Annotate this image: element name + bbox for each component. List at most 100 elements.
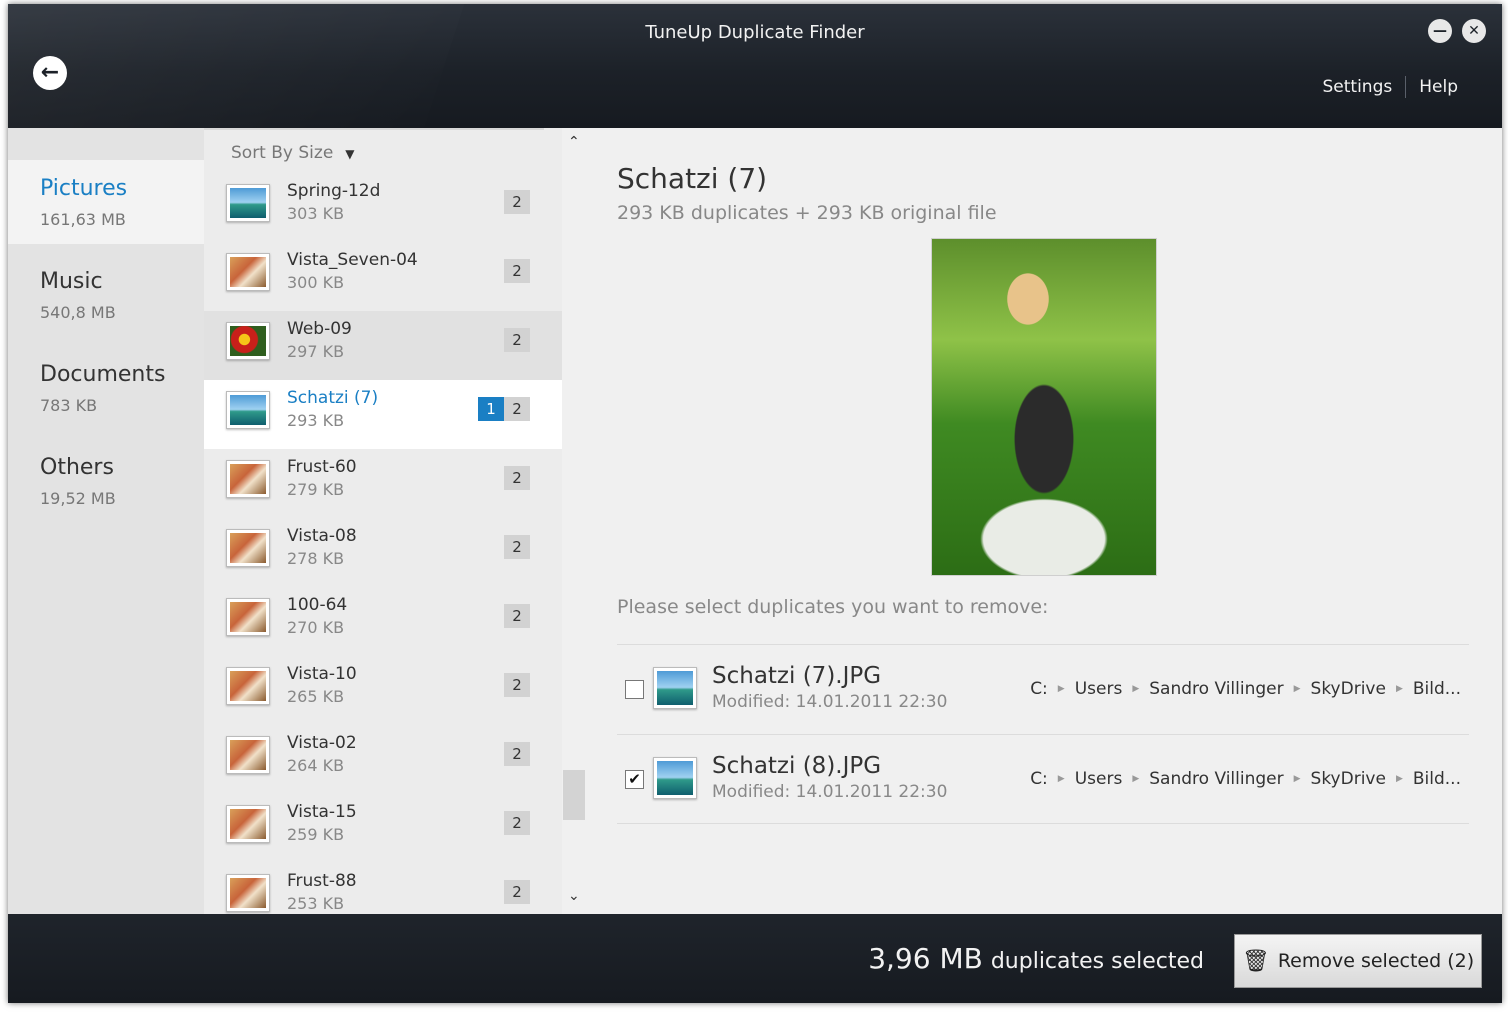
path-segment: Sandro Villinger [1149, 679, 1284, 699]
file-size: 297 KB [287, 342, 345, 361]
path-segment: Users [1074, 679, 1123, 699]
file-size: 278 KB [287, 549, 345, 568]
count-badge: 2 [504, 466, 530, 490]
list-item[interactable]: Vista-15 259 KB 2 [204, 794, 562, 863]
category-documents[interactable]: Documents 783 KB [8, 346, 204, 430]
count-badge: 2 [504, 811, 530, 835]
landscape-icon [653, 757, 697, 799]
photo-icon [226, 598, 270, 636]
scrollbar-thumb[interactable] [563, 770, 585, 820]
category-pictures[interactable]: Pictures 161,63 MB [8, 160, 204, 244]
file-name: Schatzi (7) [287, 388, 379, 408]
chevron-down-icon: ▼ [345, 147, 355, 161]
image-preview [931, 238, 1157, 576]
duplicate-checkbox-checked[interactable]: ✔ [625, 770, 644, 789]
file-size: 264 KB [287, 756, 345, 775]
duplicate-count: 2 [504, 673, 530, 697]
link-divider [1405, 76, 1407, 98]
list-item[interactable]: Vista-08 278 KB 2 [204, 518, 562, 587]
duplicate-file-name: Schatzi (7).JPG [712, 663, 882, 689]
photo-icon [226, 460, 270, 498]
list-item[interactable]: Frust-60 279 KB 2 [204, 449, 562, 518]
list-item[interactable]: Spring-12d 303 KB 2 [204, 173, 562, 242]
path-segment: C: [1030, 679, 1048, 699]
file-size: 259 KB [287, 825, 345, 844]
list-item[interactable]: Vista_Seven-04 300 KB 2 [204, 242, 562, 311]
path-chevron-icon: ▶ [1132, 774, 1140, 784]
photo-icon [226, 253, 270, 291]
sort-label: Sort By Size [231, 143, 334, 163]
duplicate-row[interactable]: Schatzi (7).JPG Modified: 14.01.2011 22:… [617, 644, 1469, 734]
duplicate-row[interactable]: ✔ Schatzi (8).JPG Modified: 14.01.2011 2… [617, 734, 1469, 824]
file-path[interactable]: C: ▶ Users ▶ Sandro Villinger ▶ SkyDrive… [1030, 769, 1461, 789]
file-size: 300 KB [287, 273, 345, 292]
duplicate-count: 2 [504, 259, 530, 283]
trash-icon: 🗑 [1241, 948, 1270, 974]
category-others[interactable]: Others 19,52 MB [8, 439, 204, 523]
file-path[interactable]: C: ▶ Users ▶ Sandro Villinger ▶ SkyDrive… [1030, 679, 1461, 699]
minimize-icon[interactable]: — [1428, 19, 1452, 43]
file-name: 100-64 [287, 595, 348, 615]
duplicate-checkbox[interactable] [625, 680, 644, 699]
list-item-selected[interactable]: Schatzi (7) 293 KB 1 2 [204, 380, 562, 449]
detail-title: Schatzi (7) [617, 162, 768, 195]
duplicate-count: 2 [504, 328, 530, 352]
path-chevron-icon: ▶ [1057, 684, 1065, 694]
path-segment: Sandro Villinger [1149, 769, 1284, 789]
photo-icon [226, 736, 270, 774]
photo-icon [226, 529, 270, 567]
category-music[interactable]: Music 540,8 MB [8, 253, 204, 337]
selected-amount: 3,96 MB [868, 942, 983, 975]
remove-selected-label: Remove selected (2) [1277, 950, 1475, 972]
duplicate-count: 2 [504, 604, 530, 628]
file-name: Vista-08 [287, 526, 357, 546]
count-badge: 2 [504, 742, 530, 766]
scroll-down-icon[interactable]: ⌄ [568, 888, 580, 904]
path-chevron-icon: ▶ [1293, 774, 1301, 784]
flower-icon [226, 322, 270, 360]
path-segment: Bild... [1412, 769, 1461, 789]
list-item[interactable]: Vista-10 265 KB 2 [204, 656, 562, 725]
close-icon[interactable]: ✕ [1462, 19, 1486, 43]
settings-link[interactable]: Settings [1323, 77, 1393, 97]
list-item[interactable]: Frust-88 253 KB 2 [204, 863, 562, 914]
duplicate-count: 2 [504, 880, 530, 904]
category-size: 19,52 MB [40, 489, 116, 508]
duplicate-modified: Modified: 14.01.2011 22:30 [712, 692, 948, 712]
category-name: Documents [40, 362, 166, 387]
count-badge: 1 2 [478, 397, 530, 421]
file-size: 279 KB [287, 480, 345, 499]
category-sidebar: Pictures 161,63 MB Music 540,8 MB Docume… [8, 128, 204, 914]
duplicate-file-name: Schatzi (8).JPG [712, 753, 882, 779]
path-segment: Bild... [1412, 679, 1461, 699]
path-chevron-icon: ▶ [1132, 684, 1140, 694]
remove-selected-button[interactable]: 🗑 Remove selected (2) [1234, 934, 1482, 988]
duplicate-modified: Modified: 14.01.2011 22:30 [712, 782, 948, 802]
path-segment: Users [1074, 769, 1123, 789]
file-size: 293 KB [287, 411, 345, 430]
file-name: Vista-10 [287, 664, 357, 684]
landscape-icon [226, 184, 270, 222]
file-name: Vista_Seven-04 [287, 250, 418, 270]
duplicate-file-list: Sort By Size ▼ Spring-12d 303 KB 2 Vista_… [204, 128, 562, 914]
count-badge: 2 [504, 535, 530, 559]
selection-summary: 3,96 MB duplicates selected [868, 942, 1204, 975]
count-badge: 2 [504, 604, 530, 628]
photo-icon [226, 667, 270, 705]
duplicate-count: 2 [504, 397, 530, 421]
path-segment: C: [1030, 769, 1048, 789]
file-list-scrollbar[interactable]: ⌃ ⌄ [562, 128, 588, 914]
file-size: 253 KB [287, 894, 345, 913]
list-item[interactable]: Web-09 297 KB 2 [204, 311, 562, 380]
path-chevron-icon: ▶ [1293, 684, 1301, 694]
detail-subtitle: 293 KB duplicates + 293 KB original file [617, 202, 997, 224]
list-item[interactable]: Vista-02 264 KB 2 [204, 725, 562, 794]
help-link[interactable]: Help [1419, 77, 1458, 97]
path-chevron-icon: ▶ [1057, 774, 1065, 784]
duplicate-count: 2 [504, 535, 530, 559]
scroll-up-icon[interactable]: ⌃ [568, 134, 580, 150]
list-item[interactable]: 100-64 270 KB 2 [204, 587, 562, 656]
file-size: 265 KB [287, 687, 345, 706]
count-badge: 2 [504, 328, 530, 352]
back-arrow-icon[interactable]: ← [33, 56, 67, 90]
